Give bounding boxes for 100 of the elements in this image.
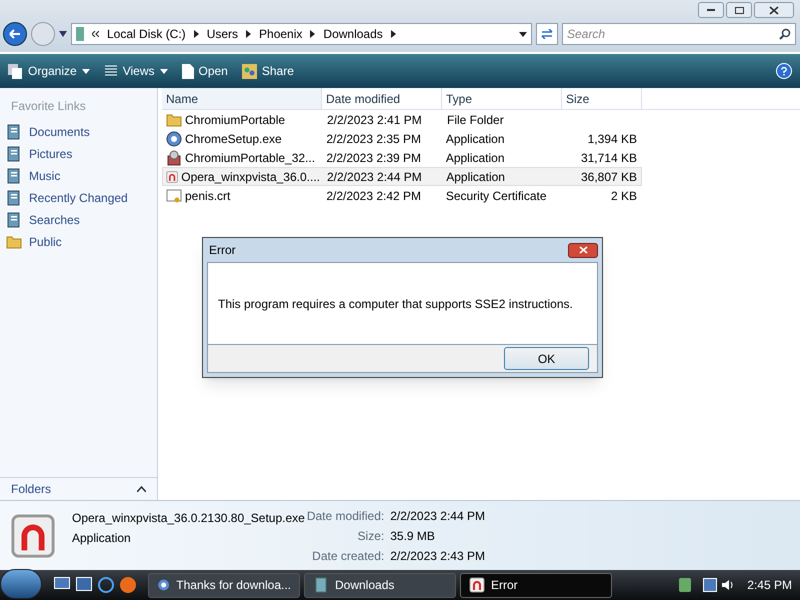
file-name: ChromiumPortable_32... — [185, 150, 316, 166]
list-icon — [104, 64, 118, 78]
details-value: 2/2/2023 2:44 PM — [390, 508, 485, 524]
close-button[interactable] — [568, 242, 598, 258]
dropdown-icon[interactable] — [59, 31, 67, 37]
taskbar-button[interactable]: Downloads — [304, 572, 456, 598]
date-cell-text: 2/2/2023 2:39 PM — [325, 150, 422, 166]
address-bar[interactable]: Local Disk (C:) Users Phoenix Downloads — [71, 23, 532, 45]
certificate-icon — [166, 188, 182, 204]
sidebar-item[interactable]: Music — [0, 165, 157, 187]
sidebar-title: Favorite Links — [10, 98, 87, 115]
date-cell-text: 2/2/2023 2:41 PM — [326, 112, 423, 128]
size-cell-text: 2 KB — [610, 188, 638, 204]
library-icon — [6, 212, 22, 228]
package-icon — [166, 150, 182, 166]
file-row[interactable]: ChromiumPortable_32... 2/2/2023 2:39 PM Application 31,714 KB — [162, 148, 642, 167]
toolbar-button[interactable]: Share — [242, 62, 294, 80]
help-button[interactable] — [776, 63, 792, 79]
type-cell-text: Application — [445, 168, 506, 186]
dropdown-icon[interactable] — [519, 32, 527, 36]
breadcrumb[interactable]: Users — [206, 25, 238, 43]
search-field[interactable]: Search — [562, 23, 796, 45]
file-row[interactable]: penis.crt 2/2/2023 2:42 PM Security Certificate 2 KB — [162, 186, 642, 205]
installer-icon — [166, 130, 182, 146]
volume-icon[interactable] — [721, 578, 736, 592]
opera-app-icon — [469, 577, 485, 593]
document-icon — [182, 64, 194, 78]
details-value: 35.9 MB — [390, 528, 436, 544]
minimize-button[interactable] — [698, 2, 724, 18]
back-button[interactable] — [3, 22, 27, 46]
share-icon — [242, 64, 257, 78]
error-message: This program requires a computer that supports SSE2 instructions. — [218, 296, 573, 312]
size-cell-text: 1,394 KB — [586, 130, 638, 148]
chevron-icon[interactable] — [310, 30, 316, 38]
library-icon — [6, 190, 22, 206]
file-name: ChromeSetup.exe — [185, 130, 282, 148]
opera-app-icon — [10, 512, 56, 558]
maximize-button[interactable] — [726, 2, 752, 18]
breadcrumb[interactable]: Phoenix — [259, 25, 302, 43]
dropdown-icon — [82, 68, 90, 74]
dialog-title: Error — [208, 242, 236, 259]
close-icon — [769, 6, 779, 14]
breadcrumb[interactable]: Downloads — [323, 25, 383, 43]
details-file-name: Opera_winxpvista_36.0.2130.80_Setup.exe — [72, 510, 305, 526]
type-cell-text: Application — [444, 130, 506, 148]
toolbar-button[interactable]: Organize — [8, 62, 90, 80]
search-icon — [779, 28, 791, 40]
sidebar-item[interactable]: Documents — [0, 121, 157, 143]
column-header[interactable]: Date modified — [322, 88, 442, 109]
folder-location-icon — [76, 27, 84, 41]
refresh-button[interactable] — [536, 23, 558, 45]
type-cell-text: Application — [444, 150, 506, 166]
date-cell-text: 2/2/2023 2:42 PM — [325, 188, 422, 204]
explorer-icon — [313, 577, 329, 593]
clock[interactable]: 2:45 PM — [747, 576, 792, 594]
toolbar-button[interactable]: Views — [104, 62, 168, 80]
chevron-icon[interactable] — [246, 30, 252, 38]
column-header[interactable]: Size — [562, 88, 642, 109]
file-row[interactable]: ChromiumPortable 2/2/2023 2:41 PM File Folder — [162, 110, 642, 129]
pages-icon — [8, 64, 23, 78]
breadcrumb[interactable]: Local Disk (C:) — [107, 25, 186, 43]
taskbar-button[interactable]: Error — [460, 572, 612, 598]
double-chevron-icon[interactable] — [92, 31, 99, 37]
opera-app-icon — [166, 168, 178, 184]
sidebar-item[interactable]: Searches — [0, 209, 157, 231]
folder-icon — [6, 234, 22, 250]
folder-icon — [166, 112, 182, 128]
taskbar-button[interactable]: Thanks for downloa... — [148, 572, 300, 598]
type-cell-text: File Folder — [446, 112, 505, 128]
start-button[interactable] — [0, 569, 42, 599]
back-arrow-icon — [9, 29, 21, 39]
column-header[interactable]: Name — [162, 88, 322, 109]
close-button[interactable] — [754, 2, 794, 18]
sidebar-item[interactable]: Recently Changed — [0, 187, 157, 209]
file-name: Opera_winxpvista_36.0.... — [181, 168, 320, 186]
collapse-icon — [137, 486, 146, 492]
file-name: penis.crt — [185, 188, 230, 204]
column-header[interactable]: Type — [442, 88, 562, 109]
sidebar-item[interactable]: Pictures — [0, 143, 157, 165]
installer-icon — [157, 577, 170, 593]
date-cell-text: 2/2/2023 2:44 PM — [326, 168, 423, 186]
library-icon — [6, 146, 22, 162]
chevron-icon[interactable] — [390, 30, 396, 38]
ok-button[interactable]: OK — [504, 347, 589, 370]
details-file-type: Application — [72, 530, 132, 546]
details-label: Size: — [356, 528, 384, 544]
size-cell-text: 31,714 KB — [580, 150, 638, 166]
file-row[interactable]: ChromeSetup.exe 2/2/2023 2:35 PM Application 1,394 KB — [162, 129, 642, 148]
file-row[interactable]: Opera_winxpvista_36.0.... 2/2/2023 2:44 PM Application 36,807 KB — [162, 167, 642, 186]
file-name: ChromiumPortable — [185, 112, 286, 128]
toolbar-button[interactable]: Open — [182, 62, 228, 80]
size-cell-text: 36,807 KB — [580, 168, 638, 186]
details-label: Date modified: — [306, 508, 384, 524]
type-cell-text: Security Certificate — [444, 188, 548, 204]
details-label: Date created: — [311, 548, 384, 564]
library-icon — [6, 168, 22, 184]
refresh-arrows-icon — [541, 29, 553, 39]
chevron-icon[interactable] — [194, 30, 199, 38]
library-icon — [6, 124, 22, 140]
sidebar-item[interactable]: Public — [0, 231, 157, 253]
